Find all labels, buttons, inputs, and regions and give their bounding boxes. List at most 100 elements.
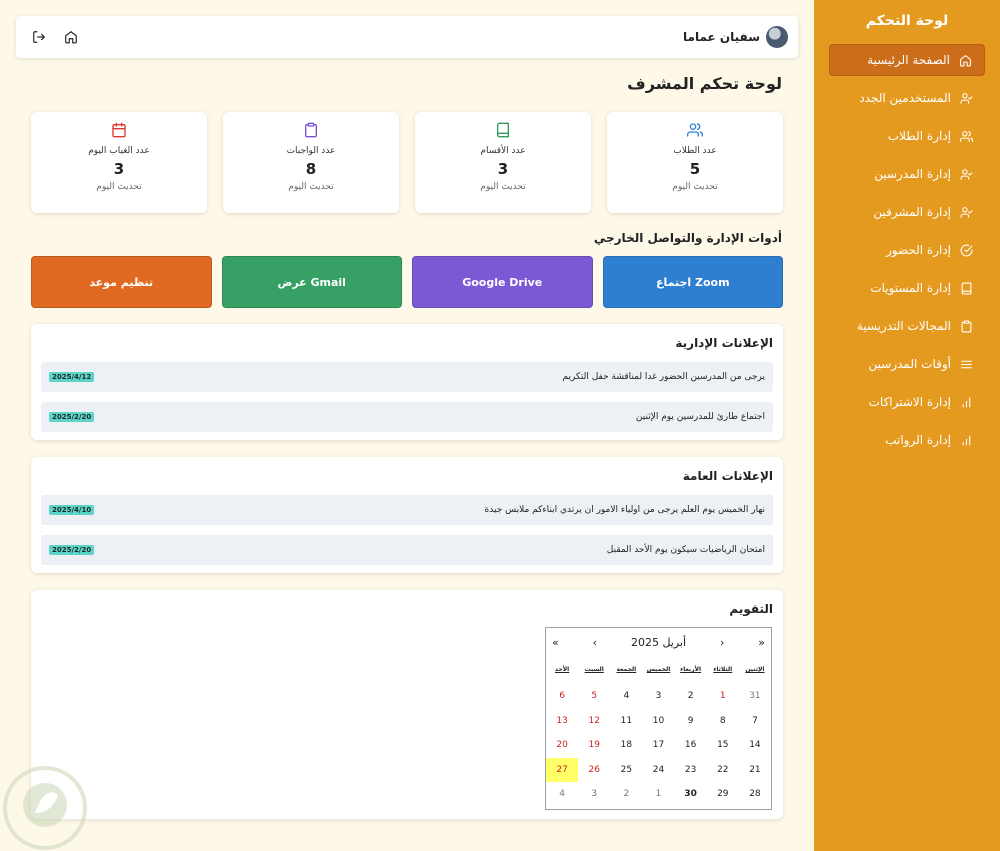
calendar-prev-year-button[interactable]: « <box>552 636 559 649</box>
sidebar-item[interactable]: إدارة المدرسين <box>829 158 985 190</box>
calendar-day[interactable]: 14 <box>739 733 771 758</box>
calendar-next-year-button[interactable]: » <box>758 636 765 649</box>
announcement-date: 2025/2/20 <box>49 412 95 422</box>
calendar-day[interactable]: 29 <box>707 782 739 807</box>
bar-chart-icon <box>959 433 973 447</box>
top-bar: سفيان عماما <box>16 16 798 58</box>
watermark-logo <box>3 766 87 850</box>
stat-label: عدد الطلاب <box>673 146 717 156</box>
calendar-day[interactable]: 18 <box>610 733 642 758</box>
sidebar-item[interactable]: إدارة الحضور <box>829 234 985 266</box>
calendar-day[interactable]: 1 <box>642 782 674 807</box>
calendar-weekday: الثلاثاء <box>713 666 733 673</box>
calendar-day[interactable]: 8 <box>707 709 739 734</box>
calendar-icon <box>111 122 127 138</box>
sidebar-item[interactable]: إدارة الرواتب <box>829 424 985 456</box>
calendar-next-month-button[interactable]: › <box>720 636 724 649</box>
calendar-day[interactable]: 5 <box>578 684 610 709</box>
calendar-day[interactable]: 24 <box>642 758 674 783</box>
sidebar-item-label: إدارة الرواتب <box>885 433 951 447</box>
sidebar-item[interactable]: إدارة الطلاب <box>829 120 985 152</box>
tool-button[interactable]: تنظيم موعد <box>31 256 212 308</box>
calendar-weekday: السبت <box>584 666 604 673</box>
calendar-day[interactable]: 23 <box>675 758 707 783</box>
calendar-weekday: الخميس <box>646 666 671 673</box>
calendar-month-label[interactable]: أبريل 2025 <box>631 636 686 649</box>
book-icon <box>495 122 511 138</box>
announcement-text: نهار الخميس يوم العلم يرجى من اولياء الا… <box>484 505 765 515</box>
calendar-day[interactable]: 3 <box>642 684 674 709</box>
stat-card: عدد الأقسام 3 تحديث اليوم <box>415 112 591 213</box>
calendar-day[interactable]: 19 <box>578 733 610 758</box>
calendar-day[interactable]: 15 <box>707 733 739 758</box>
tool-button[interactable]: Google Drive <box>412 256 593 308</box>
calendar-day[interactable]: 16 <box>675 733 707 758</box>
sidebar-title: لوحة التحكم <box>865 13 949 29</box>
stat-label: عدد الغياب اليوم <box>88 146 150 156</box>
stat-value: 8 <box>305 160 317 178</box>
calendar-day[interactable]: 3 <box>578 782 610 807</box>
stat-value: 3 <box>113 160 125 178</box>
sidebar-item[interactable]: المجالات التدريسية <box>829 310 985 342</box>
calendar-day[interactable]: 13 <box>546 709 578 734</box>
book-icon <box>959 281 973 295</box>
calendar-day[interactable]: 31 <box>739 684 771 709</box>
stat-label: عدد الواجبات <box>286 146 336 156</box>
calendar-day[interactable]: 12 <box>578 709 610 734</box>
stat-value: 5 <box>689 160 701 178</box>
sidebar: لوحة التحكم الصفحة الرئيسية المستخدمين ال… <box>814 0 1000 851</box>
calendar-day[interactable]: 6 <box>546 684 578 709</box>
calendar-day[interactable]: 28 <box>739 782 771 807</box>
calendar-day[interactable]: 1 <box>707 684 739 709</box>
sidebar-item[interactable]: إدارة الاشتراكات <box>829 386 985 418</box>
tool-button[interactable]: اجتماع Zoom <box>602 256 783 308</box>
general-announcements-list: نهار الخميس يوم العلم يرجى من اولياء الا… <box>41 495 773 565</box>
calendar-day[interactable]: 9 <box>675 709 707 734</box>
announcement-date: 2025/4/10 <box>49 505 95 515</box>
announcement-date: 2025/2/20 <box>49 545 95 555</box>
calendar-day[interactable]: 26 <box>578 758 610 783</box>
sidebar-item-label: الصفحة الرئيسية <box>867 53 950 67</box>
calendar-weekday: الجمعة <box>616 666 637 673</box>
top-icons <box>32 30 78 44</box>
stat-subtitle: تحديث اليوم <box>96 182 142 192</box>
calendar-title: التقويم <box>729 602 773 616</box>
tool-button[interactable]: عرض Gmail <box>221 256 402 308</box>
user-profile[interactable]: سفيان عماما <box>683 26 788 48</box>
calendar-widget: « ‹ أبريل 2025 › » الإثنين الثلاثاء الأربع… <box>545 627 772 810</box>
calendar-day[interactable]: 17 <box>642 733 674 758</box>
announcement-item: نهار الخميس يوم العلم يرجى من اولياء الا… <box>41 495 773 525</box>
calendar-day[interactable]: 21 <box>739 758 771 783</box>
calendar-day[interactable]: 4 <box>546 782 578 807</box>
clipboard-icon <box>959 319 973 333</box>
calendar-day[interactable]: 10 <box>642 709 674 734</box>
sidebar-item-label: إدارة المدرسين <box>874 167 951 181</box>
calendar-day[interactable]: 2 <box>675 684 707 709</box>
sidebar-item[interactable]: أوقات المدرسين <box>829 348 985 380</box>
calendar-day[interactable]: 7 <box>739 709 771 734</box>
stat-subtitle: تحديث اليوم <box>672 182 718 192</box>
sidebar-item[interactable]: إدارة المشرفين <box>829 196 985 228</box>
calendar-day[interactable]: 11 <box>610 709 642 734</box>
calendar-prev-month-button[interactable]: ‹ <box>593 636 597 649</box>
logout-icon[interactable] <box>32 30 46 44</box>
users-icon <box>687 122 704 138</box>
calendar-day[interactable]: 30 <box>675 782 707 807</box>
calendar-day[interactable]: 2 <box>610 782 642 807</box>
home-icon[interactable] <box>64 30 78 44</box>
calendar-day[interactable]: 27 <box>546 757 579 782</box>
calendar-day[interactable]: 22 <box>707 758 739 783</box>
sidebar-item[interactable]: إدارة المستويات <box>829 272 985 304</box>
calendar-day[interactable]: 25 <box>610 758 642 783</box>
admin-announcements-title: الإعلانات الإدارية <box>675 336 773 350</box>
sidebar-item-label: إدارة المستويات <box>870 281 951 295</box>
sidebar-item[interactable]: الصفحة الرئيسية <box>829 44 985 76</box>
calendar-day[interactable]: 20 <box>546 733 578 758</box>
calendar-weekday: الأربعاء <box>680 666 702 673</box>
calendar-day[interactable]: 4 <box>610 684 642 709</box>
stats-row: عدد الطلاب 5 تحديث اليوم عدد الأقسام 3 تحديث … <box>31 112 783 213</box>
admin-announcements-panel: الإعلانات الإدارية يرجى من المدرسين الحض… <box>31 324 783 440</box>
sidebar-item[interactable]: المستخدمين الجدد <box>829 82 985 114</box>
user-check-icon <box>959 167 973 181</box>
admin-announcements-list: يرجى من المدرسين الحضور غدا لمناقشة حفل … <box>41 362 773 432</box>
